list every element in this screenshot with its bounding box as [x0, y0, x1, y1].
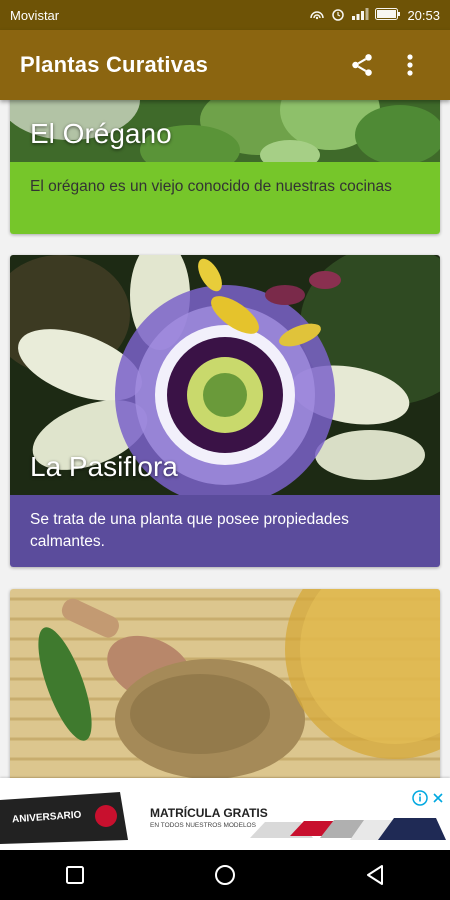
close-icon [433, 793, 443, 803]
ad-headline: MATRÍCULA GRATIS [150, 806, 268, 820]
plant-image-herbal-tea [10, 589, 440, 778]
more-options-button[interactable] [390, 45, 430, 85]
plant-image-pasiflora: La Pasiflora [10, 255, 440, 495]
back-triangle-icon [367, 865, 383, 885]
hotspot-icon [309, 8, 325, 23]
plant-card-pasiflora[interactable]: La Pasiflora Se trata de una planta que … [10, 255, 440, 567]
ad-banner[interactable]: ANIVERSARIO MATRÍCULA GRATIS EN TODOS NU… [0, 778, 450, 850]
plant-image-oregano: El Orégano [10, 100, 440, 162]
clock: 20:53 [407, 7, 440, 23]
plant-card-herbal-tea[interactable] [10, 589, 440, 778]
status-bar: Movistar 20:53 [0, 0, 450, 30]
recents-button[interactable] [45, 850, 105, 900]
card-description: El orégano es un viejo conocido de nuest… [10, 162, 440, 234]
share-button[interactable] [342, 45, 382, 85]
share-icon [352, 54, 372, 76]
alarm-icon [331, 7, 345, 24]
back-button[interactable] [345, 850, 405, 900]
plant-list[interactable]: El Orégano El orégano es un viejo conoci… [0, 100, 450, 778]
info-icon [412, 790, 428, 806]
status-icons: 20:53 [309, 7, 440, 24]
ad-close-button[interactable] [430, 790, 446, 806]
home-circle-icon [215, 865, 235, 885]
signal-icon [351, 7, 369, 23]
plant-card-oregano[interactable]: El Orégano El orégano es un viejo conoci… [10, 100, 440, 234]
system-nav-bar [0, 850, 450, 900]
card-title: La Pasiflora [30, 451, 178, 482]
carrier-name: Movistar [10, 7, 60, 23]
card-title: El Orégano [30, 118, 172, 149]
recents-square-icon [66, 866, 84, 884]
more-vert-icon [407, 54, 413, 76]
app-bar: Plantas Curativas [0, 30, 450, 100]
battery-icon [375, 7, 401, 23]
ad-subline: EN TODOS NUESTROS MODELOS [150, 822, 256, 829]
ad-info-button[interactable] [412, 790, 428, 806]
card-description: Se trata de una planta que posee propied… [10, 495, 440, 567]
home-button[interactable] [195, 850, 255, 900]
app-title: Plantas Curativas [20, 52, 209, 77]
